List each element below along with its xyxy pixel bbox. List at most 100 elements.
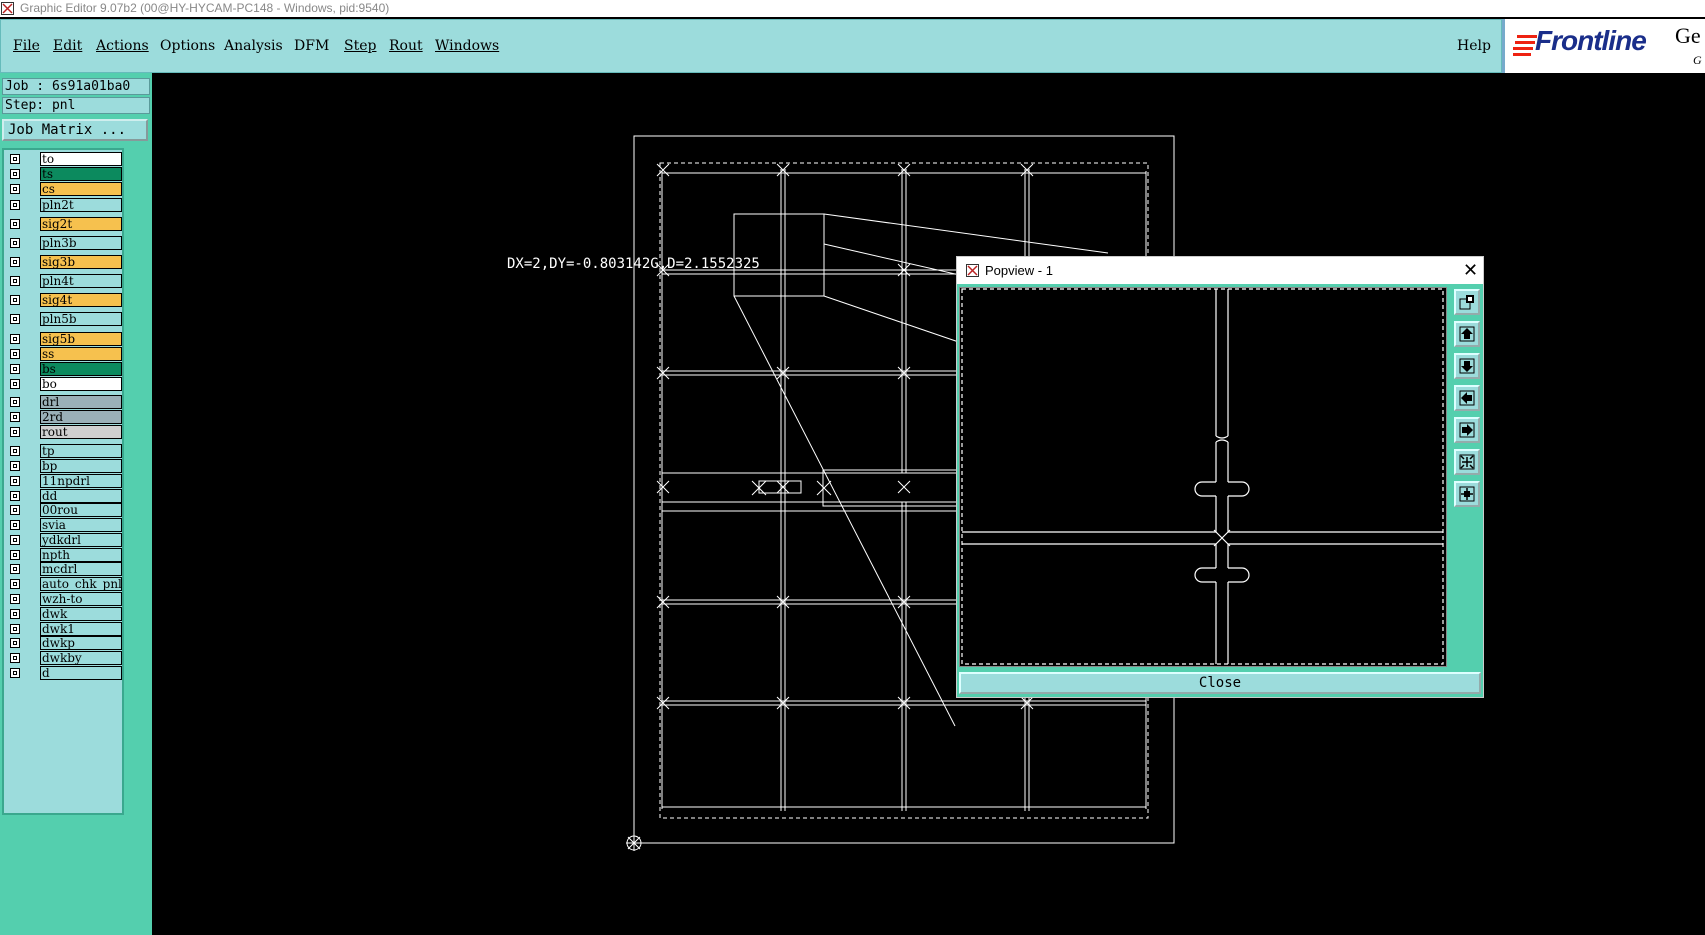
layer-checkbox[interactable] [10, 550, 20, 560]
layer-row-tp[interactable]: tp [8, 444, 122, 458]
menu-windows[interactable]: Windows [435, 38, 499, 54]
layer-row-to[interactable]: to [8, 152, 122, 166]
layer-row-svia[interactable]: svia [8, 518, 122, 532]
popview-canvas[interactable] [959, 287, 1447, 667]
layer-name[interactable]: tp [40, 444, 122, 458]
layer-row-sig5b[interactable]: sig5b [8, 332, 122, 346]
layer-checkbox[interactable] [10, 295, 20, 305]
layer-name[interactable]: mcdrl [40, 562, 122, 576]
layer-checkbox[interactable] [10, 379, 20, 389]
layer-checkbox[interactable] [10, 238, 20, 248]
layer-checkbox[interactable] [10, 491, 20, 501]
layer-row-dwkp[interactable]: dwkp [8, 636, 122, 650]
menu-dfm[interactable]: DFM [294, 38, 329, 54]
popview-tool-zoom-out[interactable] [1454, 481, 1480, 507]
layer-checkbox[interactable] [10, 638, 20, 648]
layer-row-dd[interactable]: dd [8, 489, 122, 503]
menu-help[interactable]: Help [1457, 38, 1491, 54]
popview-tool-zoom-home[interactable] [1454, 289, 1480, 315]
layer-checkbox[interactable] [10, 412, 20, 422]
menu-actions[interactable]: Actions [96, 38, 149, 54]
menu-analysis[interactable]: Analysis [224, 38, 283, 54]
layer-name[interactable]: 11npdrl [40, 474, 122, 488]
layer-row-bs[interactable]: bs [8, 362, 122, 376]
layer-row-ts[interactable]: ts [8, 167, 122, 181]
menu-file[interactable]: File [13, 38, 40, 54]
layer-row-pln3b[interactable]: pln3b [8, 236, 122, 250]
popview-close-icon[interactable]: ✕ [1463, 257, 1478, 284]
popview-titlebar[interactable]: Popview - 1 ✕ [957, 257, 1483, 284]
layer-name[interactable]: sig4t [40, 293, 122, 307]
menu-rout[interactable]: Rout [389, 38, 423, 54]
layer-row-00rou[interactable]: 00rou [8, 503, 122, 517]
layer-name[interactable]: svia [40, 518, 122, 532]
menu-options[interactable]: Options [160, 38, 215, 54]
layer-name[interactable]: ss [40, 347, 122, 361]
popview-close-button[interactable]: Close [959, 672, 1481, 694]
menu-edit[interactable]: Edit [53, 38, 82, 54]
layer-row-dwk[interactable]: dwk [8, 607, 122, 621]
layer-checkbox[interactable] [10, 219, 20, 229]
layer-name[interactable]: wzh-to [40, 592, 122, 606]
layer-checkbox[interactable] [10, 314, 20, 324]
layer-checkbox[interactable] [10, 476, 20, 486]
layer-name[interactable]: bp [40, 459, 122, 473]
layer-name[interactable]: cs [40, 182, 122, 196]
layer-checkbox[interactable] [10, 397, 20, 407]
layer-checkbox[interactable] [10, 668, 20, 678]
layer-name[interactable]: dd [40, 489, 122, 503]
layer-name[interactable]: 00rou [40, 503, 122, 517]
layer-name[interactable]: rout [40, 425, 122, 439]
layer-checkbox[interactable] [10, 184, 20, 194]
layer-checkbox[interactable] [10, 334, 20, 344]
layer-name[interactable]: ydkdrl [40, 533, 122, 547]
layer-checkbox[interactable] [10, 257, 20, 267]
layer-name[interactable]: bs [40, 362, 122, 376]
layer-name[interactable]: pln5b [40, 312, 122, 326]
layer-row-npth[interactable]: npth [8, 548, 122, 562]
layer-checkbox[interactable] [10, 364, 20, 374]
popview-tool-zoom-in[interactable] [1454, 449, 1480, 475]
popview-tool-pan-down[interactable] [1454, 353, 1480, 379]
layer-checkbox[interactable] [10, 154, 20, 164]
layer-row-2rd[interactable]: 2rd [8, 410, 122, 424]
layer-name[interactable]: ts [40, 167, 122, 181]
layer-checkbox[interactable] [10, 564, 20, 574]
layer-checkbox[interactable] [10, 624, 20, 634]
layer-name[interactable]: sig2t [40, 217, 122, 231]
layer-row-drl[interactable]: drl [8, 395, 122, 409]
layer-name[interactable]: d [40, 666, 122, 680]
layer-name[interactable]: pln2t [40, 198, 122, 212]
layer-checkbox[interactable] [10, 579, 20, 589]
layer-name[interactable]: dwkby [40, 651, 122, 665]
layer-checkbox[interactable] [10, 349, 20, 359]
layer-checkbox[interactable] [10, 594, 20, 604]
layer-checkbox[interactable] [10, 609, 20, 619]
layer-row-pln5b[interactable]: pln5b [8, 312, 122, 326]
layer-row-dwk1[interactable]: dwk1 [8, 622, 122, 636]
layer-row-sig4t[interactable]: sig4t [8, 293, 122, 307]
layer-row-auto_chk_pnl[interactable]: auto_chk_pnl [8, 577, 122, 591]
layer-checkbox[interactable] [10, 200, 20, 210]
layer-row-sig3b[interactable]: sig3b [8, 255, 122, 269]
layer-name[interactable]: 2rd [40, 410, 122, 424]
layer-name[interactable]: sig3b [40, 255, 122, 269]
layer-row-mcdrl[interactable]: mcdrl [8, 562, 122, 576]
layer-name[interactable]: drl [40, 395, 122, 409]
layer-row-cs[interactable]: cs [8, 182, 122, 196]
layer-row-pln4t[interactable]: pln4t [8, 274, 122, 288]
layer-name[interactable]: bo [40, 377, 122, 391]
layer-row-sig2t[interactable]: sig2t [8, 217, 122, 231]
layer-name[interactable]: pln3b [40, 236, 122, 250]
layer-name[interactable]: to [40, 152, 122, 166]
layer-row-pln2t[interactable]: pln2t [8, 198, 122, 212]
job-matrix-button[interactable]: Job Matrix ... [2, 119, 148, 141]
popview-tool-pan-right[interactable] [1454, 417, 1480, 443]
layer-checkbox[interactable] [10, 446, 20, 456]
layer-name[interactable]: dwk [40, 607, 122, 621]
layer-checkbox[interactable] [10, 427, 20, 437]
layer-row-dwkby[interactable]: dwkby [8, 651, 122, 665]
layer-row-ss[interactable]: ss [8, 347, 122, 361]
layer-checkbox[interactable] [10, 169, 20, 179]
layer-name[interactable]: sig5b [40, 332, 122, 346]
